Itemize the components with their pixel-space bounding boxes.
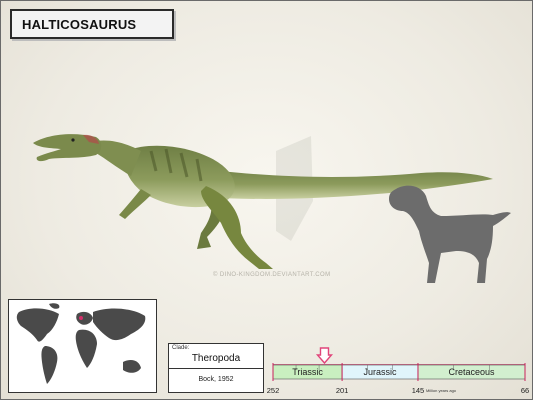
units-label: Million years ago [426,388,457,393]
fossil-site-marker [79,316,83,320]
tick-label: 201 [335,386,349,395]
species-title-text: HALTICOSAURUS [22,16,137,32]
dog-silhouette [389,185,511,283]
world-map [8,299,157,393]
clade-name: Theropoda [191,353,241,364]
clade-author: Bock, 1952 [198,376,234,383]
clade-box: Clade: Theropoda Bock, 1952 [168,343,264,393]
time-marker-arrow [315,347,334,365]
timeline-marker [315,347,334,365]
period-label-triassic: Triassic [292,367,323,377]
watermark-text: © DINO-KINGDOM.DEVIANTART.COM [213,272,331,278]
tick-label: 252 [266,386,280,395]
clade-divider [169,368,263,369]
species-card: HALTICOSAURUS © DINO-KINGDOM.DEVIANTART.… [0,0,533,400]
species-title: HALTICOSAURUS [10,9,174,39]
world-map-graphic [9,300,156,392]
clade-label: Clade: [172,345,190,351]
geologic-timeline [272,347,526,381]
tick-label: 66 [520,386,530,395]
tick-label: 145 [411,386,425,395]
period-label-jurassic: Jurassic [363,367,397,377]
period-label-cretaceous: Cretaceous [448,367,495,377]
